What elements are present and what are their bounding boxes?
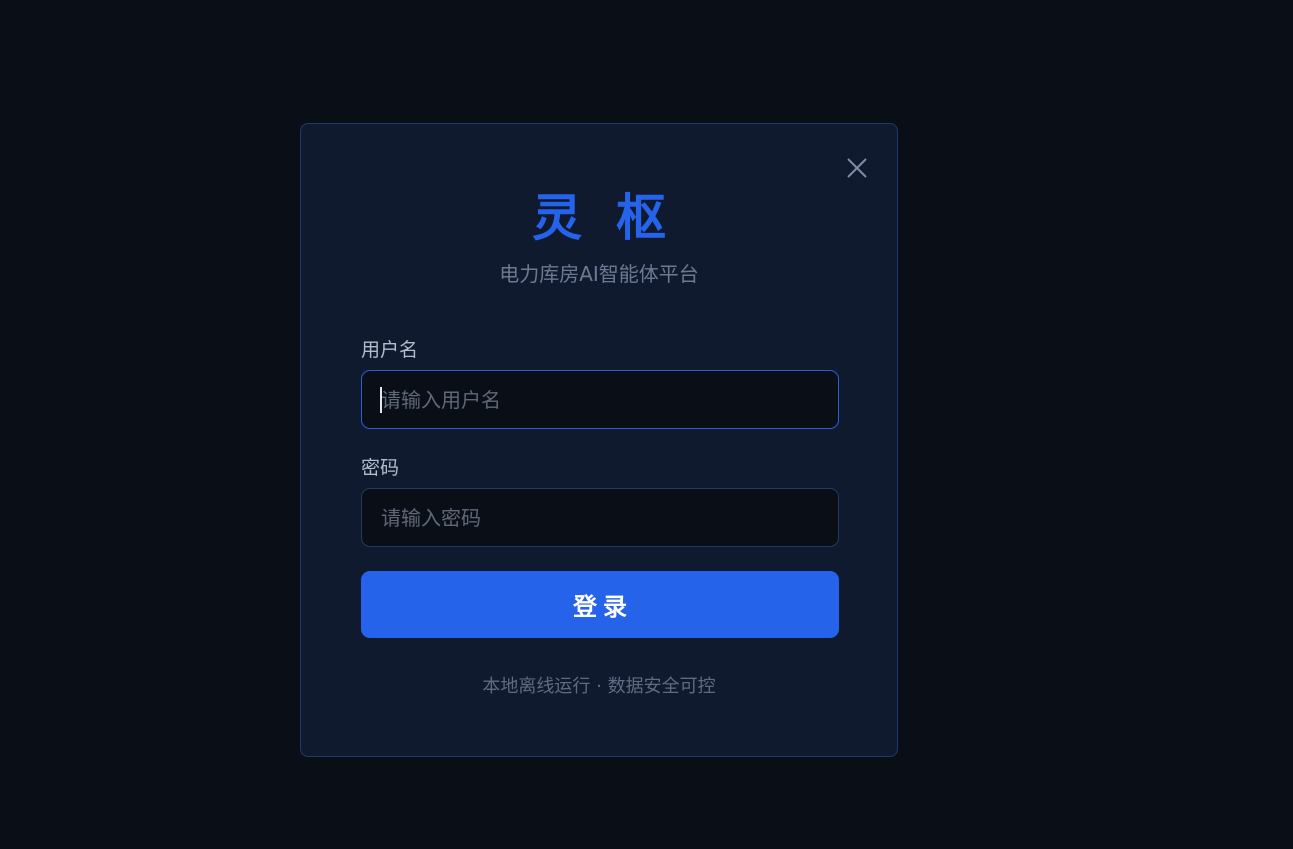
password-input[interactable] [361, 488, 839, 547]
login-dialog: 灵枢 电力库房AI智能体平台 用户名 密码 登录 本地离线运行 · 数据安全可控 [300, 123, 898, 757]
footer-note: 本地离线运行 · 数据安全可控 [482, 676, 716, 697]
username-input[interactable] [361, 370, 839, 429]
text-caret [380, 387, 382, 413]
password-label: 密码 [361, 457, 400, 479]
login-button[interactable]: 登录 [361, 571, 839, 638]
close-icon [847, 158, 867, 178]
app-subtitle: 电力库房AI智能体平台 [499, 262, 699, 286]
close-button[interactable] [845, 156, 869, 180]
username-label: 用户名 [361, 339, 419, 361]
app-title: 灵枢 [532, 189, 700, 247]
